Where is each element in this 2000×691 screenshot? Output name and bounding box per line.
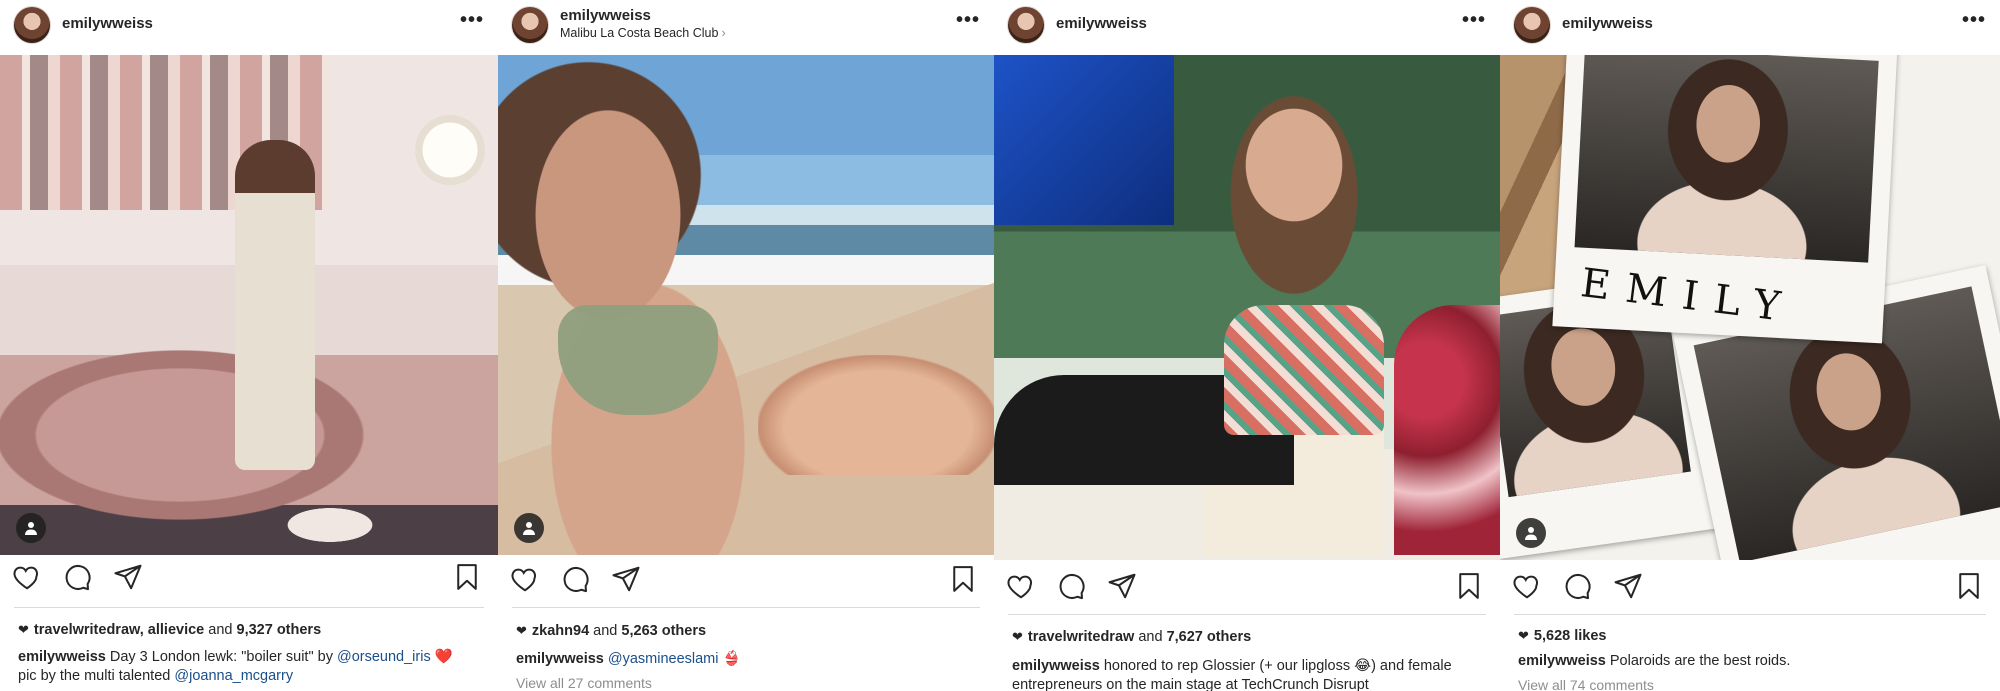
caption-username[interactable]: emilywweiss [1518, 653, 1606, 669]
caption-username[interactable]: emilywweiss [1012, 658, 1100, 674]
bookmark-icon[interactable] [452, 562, 484, 594]
share-icon[interactable] [1107, 571, 1139, 603]
avatar[interactable] [13, 6, 51, 44]
like-icon[interactable] [1006, 571, 1038, 603]
comment-icon[interactable] [62, 562, 94, 594]
tagged-people-icon[interactable] [514, 513, 544, 543]
heart-emoji: ❤️ [434, 649, 453, 665]
share-icon[interactable] [113, 562, 145, 594]
likes-summary[interactable]: ❤ zkahn94 and 5,263 others [516, 623, 706, 639]
post-photo[interactable] [994, 55, 1500, 560]
laughing-emoji: 😂 [1354, 658, 1372, 674]
avatar[interactable] [511, 6, 549, 44]
action-bar [1500, 571, 2000, 611]
more-options-icon[interactable]: ••• [1462, 9, 1486, 32]
post-header: emilywweiss ••• [994, 0, 1500, 55]
likes-others[interactable]: 7,627 others [1167, 629, 1252, 645]
likes-others[interactable]: 5,263 others [621, 623, 706, 639]
action-bar [498, 564, 994, 604]
likes-connector: and [208, 622, 233, 638]
liked-by[interactable]: zkahn94 [532, 623, 589, 639]
like-icon[interactable] [1512, 571, 1544, 603]
action-bar [0, 562, 498, 602]
photo-subject [758, 355, 994, 475]
post-header: emilywweiss Malibu La Costa Beach Club › … [498, 0, 994, 55]
caption-text: Day 3 London lewk: "boiler suit" by [109, 649, 333, 665]
more-options-icon[interactable]: ••• [956, 9, 980, 32]
avatar[interactable] [1513, 6, 1551, 44]
post-caption: emilywweiss honored to rep Glossier (+ ou… [1012, 657, 1486, 691]
caption-mention[interactable]: @orseund_iris [337, 649, 431, 665]
post-caption: emilywweiss Polaroids are the best roids. [1518, 652, 1986, 671]
post-username[interactable]: emilywweiss [62, 15, 153, 32]
caption-text: Polaroids are the best roids. [1609, 653, 1791, 669]
post-username[interactable]: emilywweiss [1562, 15, 1653, 32]
post-card: emilywweiss ••• ❤ travelwritedraw and 7,6… [994, 0, 1500, 691]
like-icon[interactable] [12, 562, 44, 594]
photo-subject [1224, 305, 1384, 435]
view-all-comments-link[interactable]: View all 27 comments [516, 675, 652, 691]
likes-summary[interactable]: ❤ travelwritedraw and 7,627 others [1012, 629, 1251, 645]
caption-text-2: pic by the multi talented [18, 668, 171, 684]
caption-username[interactable]: emilywweiss [18, 649, 106, 665]
divider [1514, 614, 1986, 615]
likes-summary[interactable]: ❤ travelwritedraw, allievice and 9,327 ot… [18, 622, 321, 638]
view-all-comments-link[interactable]: View all 74 comments [1518, 677, 1654, 691]
likes-connector: and [1138, 629, 1163, 645]
likes-others[interactable]: 9,327 others [237, 622, 322, 638]
post-card: emilywweiss Malibu La Costa Beach Club › … [498, 0, 994, 691]
post-username[interactable]: emilywweiss [1056, 15, 1147, 32]
action-bar [994, 571, 1500, 611]
heart-filled-icon: ❤ [1518, 628, 1529, 643]
more-options-icon[interactable]: ••• [1962, 9, 1986, 32]
location-label[interactable]: Malibu La Costa Beach Club [560, 26, 718, 40]
comment-icon[interactable] [1056, 571, 1088, 603]
liked-by[interactable]: travelwritedraw, allievice [34, 622, 204, 638]
tagged-people-icon[interactable] [1516, 518, 1546, 548]
photo-subject [235, 140, 315, 470]
post-caption: emilywweiss @yasmineeslami 👙 [516, 650, 980, 669]
liked-by[interactable]: travelwritedraw [1028, 629, 1134, 645]
post-header: emilywweiss ••• [0, 0, 498, 55]
bookmark-icon[interactable] [1454, 571, 1486, 603]
caption-mention-2[interactable]: @joanna_mcgarry [174, 668, 293, 684]
heart-filled-icon: ❤ [18, 622, 29, 637]
post-header: emilywweiss ••• [1500, 0, 2000, 55]
post-photo[interactable] [0, 55, 498, 555]
likes-summary[interactable]: ❤ 5,628 likes [1518, 628, 1606, 644]
likes-connector: and [593, 623, 618, 639]
divider [1008, 614, 1486, 615]
comment-icon[interactable] [1562, 571, 1594, 603]
post-photo[interactable]: EMILY [1500, 55, 2000, 560]
post-caption: emilywweiss Day 3 London lewk: "boiler su… [18, 648, 484, 686]
chevron-right-icon: › [721, 26, 726, 40]
divider [14, 607, 484, 608]
comment-icon[interactable] [560, 564, 592, 596]
tagged-people-icon[interactable] [16, 513, 46, 543]
avatar[interactable] [1007, 6, 1045, 44]
divider [512, 607, 980, 608]
bookmark-icon[interactable] [948, 564, 980, 596]
post-card: emilywweiss ••• EMILY ❤ 5,628 likes emily… [1500, 0, 2000, 691]
caption-username[interactable]: emilywweiss [516, 651, 604, 667]
like-icon[interactable] [510, 564, 542, 596]
post-photo[interactable] [498, 55, 994, 555]
share-icon[interactable] [611, 564, 643, 596]
bookmark-icon[interactable] [1954, 571, 1986, 603]
post-card: emilywweiss ••• ❤ travelwritedraw, alliev… [0, 0, 498, 691]
share-icon[interactable] [1613, 571, 1645, 603]
post-location[interactable]: Malibu La Costa Beach Club › [560, 26, 726, 40]
heart-filled-icon: ❤ [516, 623, 527, 638]
bikini-emoji: 👙 [722, 651, 741, 667]
caption-text: honored to rep Glossier (+ our lipgloss [1103, 658, 1351, 674]
heart-filled-icon: ❤ [1012, 629, 1023, 644]
post-username[interactable]: emilywweiss [560, 7, 651, 24]
more-options-icon[interactable]: ••• [460, 9, 484, 32]
caption-mention[interactable]: @yasmineeslami [608, 651, 719, 667]
likes-count[interactable]: 5,628 likes [1534, 628, 1607, 644]
